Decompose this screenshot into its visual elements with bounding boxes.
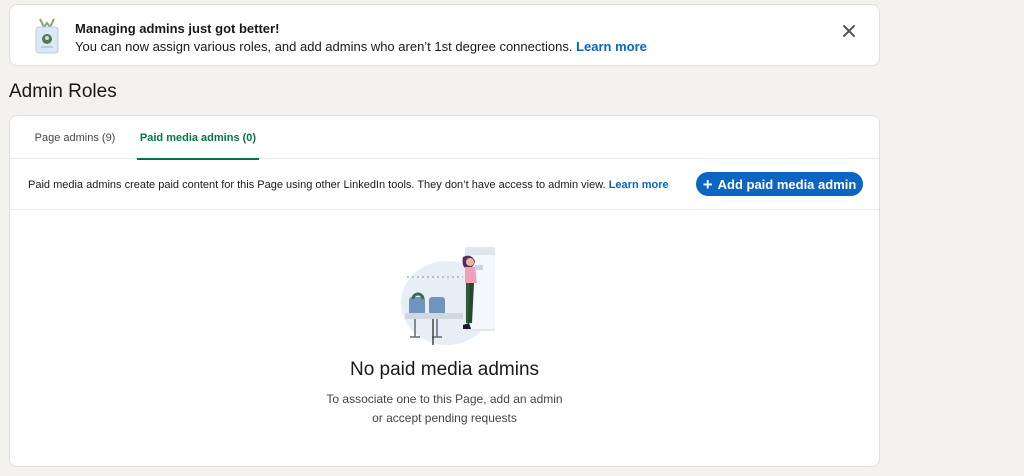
announcement-banner: Managing admins just got better! You can… [9,4,880,66]
tab-bar: Page admins (9) Paid media admins (0) [10,116,879,160]
empty-state-line-2: or accept pending requests [372,411,517,425]
empty-state-line-1: To associate one to this Page, add an ad… [326,392,563,406]
plus-icon: + [702,174,713,194]
add-paid-media-admin-button[interactable]: + Add paid media admin [696,172,863,196]
banner-text: You can now assign various roles, and ad… [75,39,647,54]
tab-paid-media-admins[interactable]: Paid media admins (0) [137,116,259,160]
add-button-label: Add paid media admin [717,176,857,192]
admin-badge-icon [35,18,59,54]
page-title: Admin Roles [9,81,117,102]
admin-roles-card: Page admins (9) Paid media admins (0) Pa… [9,115,880,467]
empty-state-title: No paid media admins [349,359,540,380]
waiting-room-illustration [401,247,495,345]
banner-title: Managing admins just got better! [75,21,280,36]
info-learn-more-link[interactable]: Learn more [609,179,669,191]
banner-learn-more-link[interactable]: Learn more [576,39,647,54]
banner-message: You can now assign various roles, and ad… [75,39,573,54]
tab-page-admins[interactable]: Page admins (9) [26,116,124,159]
info-message: Paid media admins create paid content fo… [28,179,606,191]
info-text: Paid media admins create paid content fo… [28,179,669,191]
close-icon[interactable] [841,23,857,39]
empty-state-description: To associate one to this Page, add an ad… [10,390,879,428]
info-row: Paid media admins create paid content fo… [10,160,879,210]
